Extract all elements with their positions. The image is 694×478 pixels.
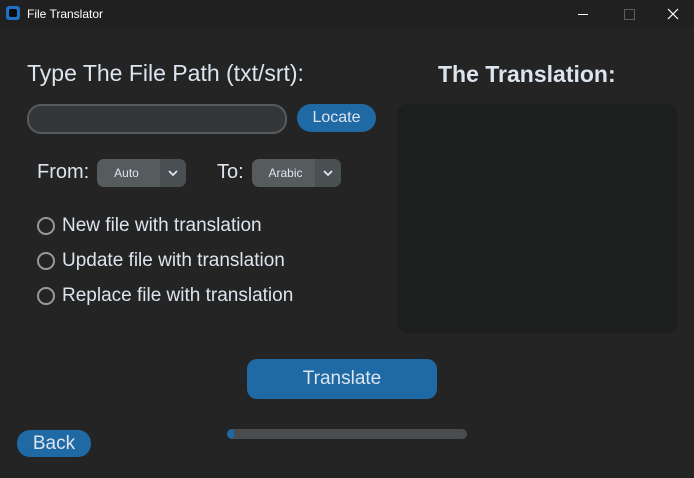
to-language-select[interactable]: Arabic <box>252 159 341 187</box>
to-label: To: <box>217 161 244 183</box>
progress-bar <box>227 429 467 439</box>
app-icon <box>6 6 20 20</box>
translation-textbox[interactable] <box>397 104 677 333</box>
window-title: File Translator <box>27 7 104 21</box>
minimize-icon <box>578 13 588 15</box>
close-icon <box>667 8 679 20</box>
radio-label: New file with translation <box>62 215 262 236</box>
back-button[interactable]: Back <box>17 430 91 457</box>
from-language-select[interactable]: Auto <box>97 159 186 187</box>
from-language-value: Auto <box>114 166 139 180</box>
title-bar: File Translator <box>0 0 694 28</box>
radio-replace-file[interactable]: Replace file with translation <box>37 284 293 308</box>
locate-button[interactable]: Locate <box>297 104 376 132</box>
maximize-icon <box>623 8 635 20</box>
radio-button-icon[interactable] <box>37 252 55 270</box>
file-path-input[interactable] <box>27 104 287 134</box>
chevron-down-icon[interactable] <box>315 159 341 187</box>
radio-new-file[interactable]: New file with translation <box>37 214 262 238</box>
to-language-value: Arabic <box>268 166 303 180</box>
radio-button-icon[interactable] <box>37 287 55 305</box>
maximize-button[interactable] <box>606 0 652 28</box>
minimize-button[interactable] <box>560 0 606 28</box>
radio-button-icon[interactable] <box>37 217 55 235</box>
file-path-label: Type The File Path (txt/srt): <box>27 60 304 86</box>
chevron-down-icon[interactable] <box>160 159 186 187</box>
close-button[interactable] <box>652 0 694 28</box>
translation-title: The Translation: <box>438 61 616 87</box>
progress-fill <box>227 429 235 439</box>
translate-button[interactable]: Translate <box>247 359 437 399</box>
radio-label: Update file with translation <box>62 250 285 271</box>
radio-update-file[interactable]: Update file with translation <box>37 249 285 273</box>
from-label: From: <box>37 161 90 183</box>
radio-label: Replace file with translation <box>62 285 294 306</box>
